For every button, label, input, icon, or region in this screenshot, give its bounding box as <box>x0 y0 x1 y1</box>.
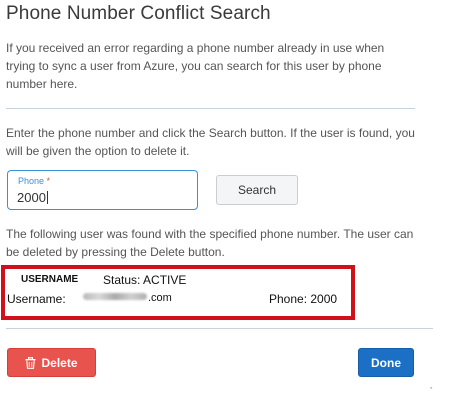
phone-input-value[interactable]: 2000 <box>17 190 48 205</box>
username-label: Username: <box>7 292 66 306</box>
phone-input[interactable]: Phone * 2000 <box>7 170 198 210</box>
done-button[interactable]: Done <box>358 348 414 377</box>
username-value: .com <box>83 292 172 304</box>
required-marker: * <box>46 176 51 186</box>
divider <box>6 108 415 109</box>
text-caret <box>46 191 48 204</box>
instructions-text: Enter the phone number and click the Sea… <box>6 126 415 158</box>
dialog-title: Phone Number Conflict Search <box>6 3 271 24</box>
phone-field-label: Phone * <box>18 176 51 186</box>
resize-grip-icon: ▪ <box>430 385 433 392</box>
search-button[interactable]: Search <box>216 175 298 205</box>
result-card: USERNAME Status: ACTIVE Username: .com P… <box>1 265 355 320</box>
phone-result: Phone: 2000 <box>269 292 338 306</box>
divider <box>6 328 433 329</box>
delete-button[interactable]: Delete <box>7 348 96 377</box>
status-text: Status: ACTIVE <box>103 273 187 287</box>
username-column-header: USERNAME <box>21 274 79 285</box>
delete-label: Delete <box>41 355 78 370</box>
trash-icon <box>25 356 36 369</box>
redacted-email <box>83 293 147 300</box>
found-message: The following user was found with the sp… <box>6 227 414 259</box>
intro-text: If you received an error regarding a pho… <box>6 41 385 91</box>
